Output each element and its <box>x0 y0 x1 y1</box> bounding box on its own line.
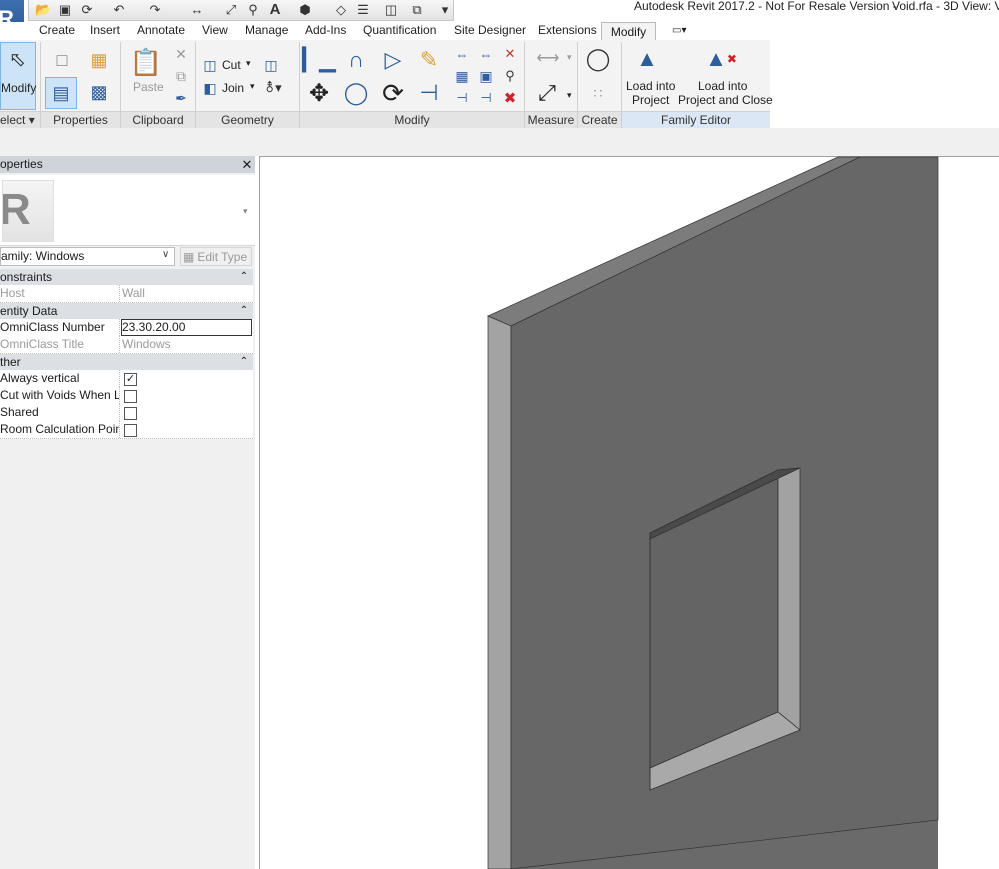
opening-right-jamb <box>777 467 801 731</box>
wall-model[interactable] <box>0 0 999 869</box>
wall-side-face <box>487 315 512 869</box>
